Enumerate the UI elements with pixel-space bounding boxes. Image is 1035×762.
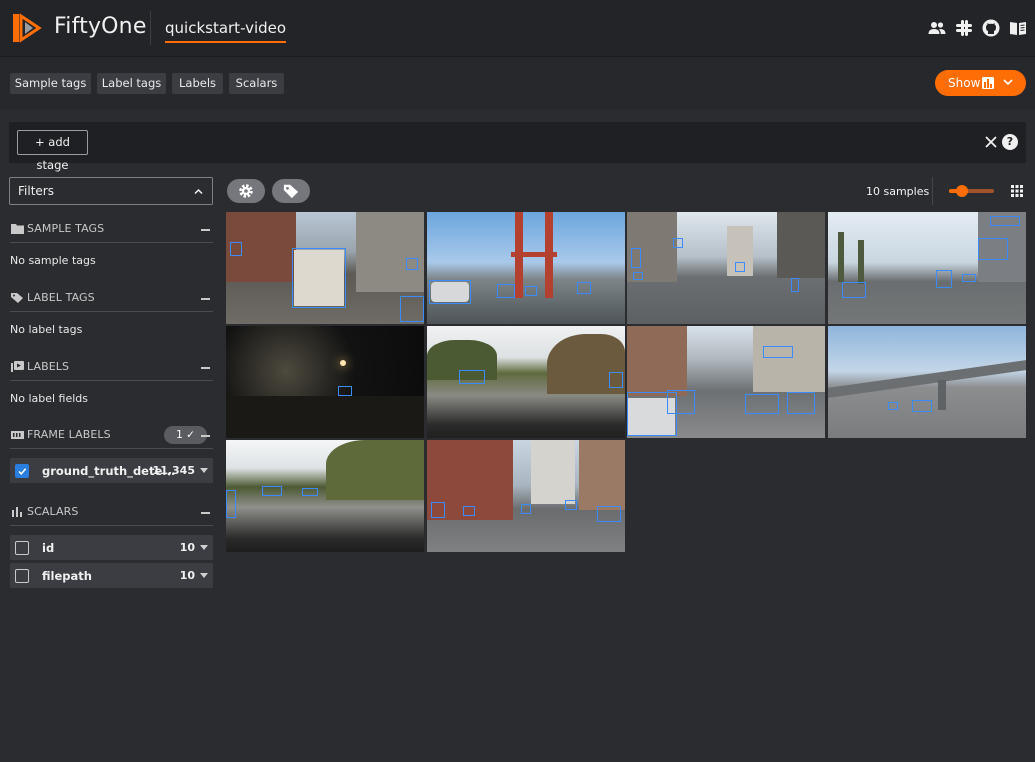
frames-icon: [11, 431, 24, 439]
sample-thumbnail[interactable]: [627, 212, 825, 324]
expand-arrow-icon[interactable]: [200, 573, 208, 578]
filters-dropdown[interactable]: Filters: [9, 177, 213, 205]
people-icon[interactable]: [928, 19, 946, 37]
labels-section[interactable]: LABELS: [10, 356, 213, 381]
sample-thumbnail[interactable]: [828, 212, 1026, 324]
zoom-slider-handle[interactable]: [956, 185, 968, 197]
chevron-up-icon: [194, 188, 203, 195]
field-row-id[interactable]: id 10: [10, 535, 213, 560]
sample-thumbnail[interactable]: [427, 440, 625, 552]
close-icon[interactable]: [984, 135, 998, 149]
add-stage-button[interactable]: + add stage: [17, 130, 88, 172]
settings-button[interactable]: [227, 179, 265, 203]
bar-chart-icon: [982, 77, 994, 89]
frame-labels-title: FRAME LABELS: [27, 428, 111, 441]
help-icon[interactable]: ?: [1002, 134, 1018, 150]
chevron-down-icon: [1003, 79, 1013, 86]
show-button[interactable]: Show: [935, 70, 1026, 96]
toolbar-divider: [932, 177, 933, 205]
field-count: 10: [179, 541, 195, 554]
tag-icon: [283, 184, 299, 199]
sample-thumbnail[interactable]: [226, 212, 424, 324]
labels-empty: No label fields: [10, 392, 89, 405]
field-checkbox[interactable]: [15, 464, 29, 478]
scalars-title: SCALARS: [27, 505, 79, 518]
tab-bar: Sample tags Label tags Labels Scalars Sh…: [0, 57, 1035, 109]
sample-tags-empty: No sample tags: [10, 254, 96, 267]
header-divider: [150, 11, 151, 45]
gear-icon: [239, 184, 253, 198]
tab-label-tags[interactable]: Label tags: [97, 73, 166, 94]
app-brand: FiftyOne: [54, 14, 147, 39]
labels-title: LABELS: [27, 360, 70, 373]
book-icon[interactable]: [1009, 19, 1027, 37]
field-checkbox[interactable]: [15, 541, 29, 555]
collapse-icon[interactable]: [201, 367, 210, 369]
tab-sample-tags[interactable]: Sample tags: [10, 73, 91, 94]
bar-chart-icon: [12, 507, 22, 517]
sample-thumbnail[interactable]: [226, 326, 424, 438]
expand-arrow-icon[interactable]: [200, 468, 208, 473]
field-row-ground-truth[interactable]: ground_truth_dete... 11,345: [10, 458, 213, 483]
frame-labels-section[interactable]: FRAME LABELS 1 ✓: [10, 424, 213, 449]
label-tags-section[interactable]: LABEL TAGS: [10, 287, 213, 312]
sample-thumbnail[interactable]: [226, 440, 424, 552]
tag-icon: [11, 293, 23, 303]
sample-tags-title: SAMPLE TAGS: [27, 222, 105, 235]
collapse-icon[interactable]: [201, 512, 210, 514]
field-row-filepath[interactable]: filepath 10: [10, 563, 213, 588]
grid-icon[interactable]: [1011, 185, 1023, 197]
collapse-icon[interactable]: [201, 298, 210, 300]
tag-folder-icon: [11, 224, 24, 234]
label-tags-empty: No label tags: [10, 323, 83, 336]
collapse-icon[interactable]: [201, 229, 210, 231]
tag-button[interactable]: [272, 179, 310, 203]
filters-label: Filters: [18, 184, 54, 198]
sample-thumbnail[interactable]: [627, 326, 825, 438]
field-name: id: [42, 541, 55, 555]
scalars-section[interactable]: SCALARS: [10, 501, 213, 526]
collapse-icon[interactable]: [201, 435, 210, 437]
view-bar: + add stage ?: [9, 122, 1026, 172]
field-name: filepath: [42, 569, 92, 583]
github-icon[interactable]: [982, 19, 1000, 37]
fiftyone-logo[interactable]: [9, 11, 43, 45]
show-label: Show: [948, 76, 981, 90]
field-count: 11,345: [152, 464, 195, 477]
sample-thumbnail[interactable]: [427, 326, 625, 438]
tab-scalars[interactable]: Scalars: [229, 73, 284, 94]
sample-tags-section[interactable]: SAMPLE TAGS: [10, 218, 213, 243]
sample-count: 10 samples: [866, 185, 930, 198]
field-checkbox[interactable]: [15, 569, 29, 583]
tab-labels[interactable]: Labels: [172, 73, 223, 94]
dataset-selector[interactable]: quickstart-video: [165, 19, 287, 43]
sample-thumbnail[interactable]: [828, 326, 1026, 438]
app-header: FiftyOne quickstart-video: [0, 0, 1035, 57]
field-count: 10: [179, 569, 195, 582]
check-icon: [17, 467, 26, 475]
expand-arrow-icon[interactable]: [200, 545, 208, 550]
labels-icon: [11, 361, 24, 372]
label-tags-title: LABEL TAGS: [27, 291, 95, 304]
slack-icon[interactable]: [955, 19, 973, 37]
sample-thumbnail[interactable]: [427, 212, 625, 324]
